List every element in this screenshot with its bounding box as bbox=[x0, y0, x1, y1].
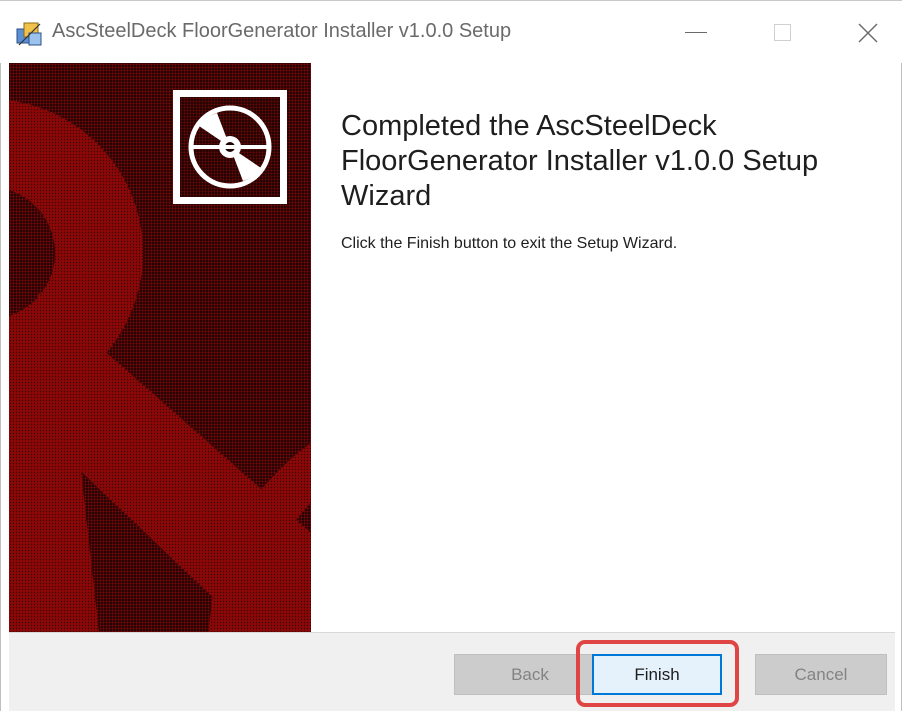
setup-wizard-window: Completed the AscSteelDeck FloorGenerato… bbox=[0, 63, 902, 711]
maximize-button[interactable] bbox=[746, 1, 818, 64]
installer-package-icon bbox=[16, 22, 42, 46]
minimize-button[interactable] bbox=[660, 1, 732, 64]
completion-heading: Completed the AscSteelDeck FloorGenerato… bbox=[341, 110, 819, 212]
wizard-banner-image bbox=[9, 63, 311, 632]
close-button[interactable] bbox=[832, 1, 902, 64]
wizard-button-bar: Back Finish Cancel bbox=[9, 632, 895, 711]
back-button[interactable]: Back bbox=[454, 654, 606, 695]
title-bar[interactable]: AscSteelDeck FloorGenerator Installer v1… bbox=[0, 0, 902, 63]
maximize-icon bbox=[773, 24, 791, 41]
cancel-button[interactable]: Cancel bbox=[755, 654, 887, 695]
finish-button[interactable]: Finish bbox=[592, 654, 722, 695]
cd-disc-icon bbox=[188, 105, 272, 189]
completion-instructions: Click the Finish button to exit the Setu… bbox=[341, 235, 678, 252]
cd-logo-frame bbox=[173, 90, 287, 204]
window-title: AscSteelDeck FloorGenerator Installer v1… bbox=[52, 20, 512, 42]
minimize-icon bbox=[685, 32, 707, 33]
close-icon bbox=[858, 23, 878, 42]
